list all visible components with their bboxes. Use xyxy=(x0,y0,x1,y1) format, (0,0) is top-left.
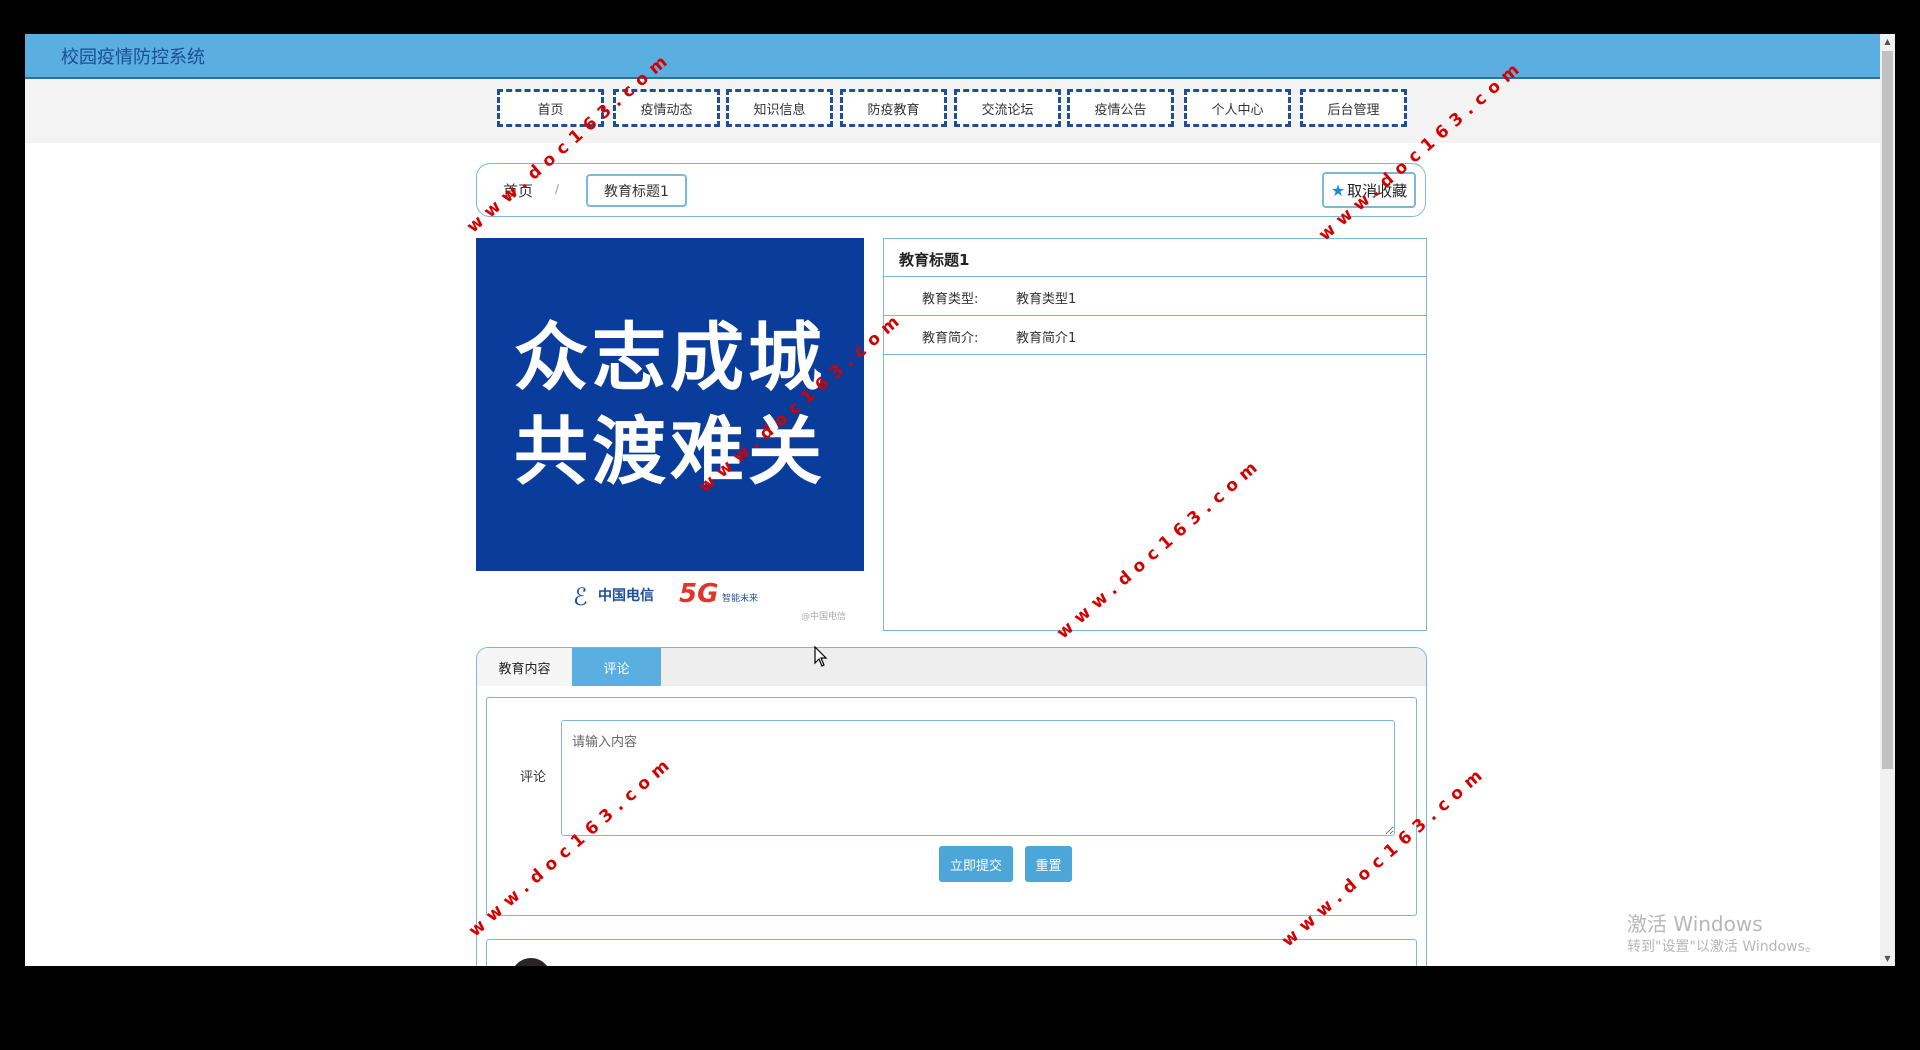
avatar xyxy=(511,958,551,966)
fiveg-slogan: 智能未来 xyxy=(722,594,759,604)
star-icon: ★ xyxy=(1330,180,1346,200)
windows-activation-subtitle: 转到"设置"以激活 Windows。 xyxy=(1627,939,1819,955)
mouse-cursor-icon xyxy=(814,646,828,667)
nav-item-prevention-education[interactable]: 防疫教育 xyxy=(840,89,947,127)
poster-headline-1: 众志成城 xyxy=(514,314,826,401)
education-poster-image: 众志成城 共渡难关 ℰ 中国电信 5G 智能未来 @中国电信 xyxy=(476,238,864,630)
breadcrumb-separator: / xyxy=(555,182,560,196)
comment-input[interactable] xyxy=(561,720,1395,836)
nav-item-profile[interactable]: 个人中心 xyxy=(1184,89,1291,127)
browser-viewport: 校园疫情防控系统 首页 疫情动态 知识信息 防疫教育 交流论坛 疫情公告 个人中… xyxy=(25,34,1895,966)
nav-item-announcements[interactable]: 疫情公告 xyxy=(1067,89,1174,127)
info-row-summary: 教育简介: 教育简介1 xyxy=(884,316,1426,355)
telecom-logo-text: 中国电信 xyxy=(598,588,654,604)
education-title: 教育标题1 xyxy=(884,239,1426,277)
telecom-logo-icon: ℰ xyxy=(573,583,588,611)
info-row-type: 教育类型: 教育类型1 xyxy=(884,277,1426,316)
breadcrumb-current: 教育标题1 xyxy=(586,174,687,207)
poster-watermark: @中国电信 xyxy=(801,612,847,622)
top-header: 校园疫情防控系统 xyxy=(25,34,1880,79)
comment-card xyxy=(486,939,1417,966)
nav-item-forum[interactable]: 交流论坛 xyxy=(954,89,1061,127)
nav-item-admin[interactable]: 后台管理 xyxy=(1300,89,1407,127)
submit-button[interactable]: 立即提交 xyxy=(939,846,1013,882)
windows-activation-title: 激活 Windows xyxy=(1627,912,1763,936)
reset-button[interactable]: 重置 xyxy=(1025,846,1072,882)
comment-label: 评论 xyxy=(520,770,547,785)
main-nav: 首页 疫情动态 知识信息 防疫教育 交流论坛 疫情公告 个人中心 后台管理 xyxy=(25,79,1880,143)
info-label: 教育简介: xyxy=(922,331,979,346)
scroll-down-icon[interactable]: ▼ xyxy=(1880,951,1895,966)
nav-item-knowledge[interactable]: 知识信息 xyxy=(726,89,833,127)
poster-footer: ℰ 中国电信 5G 智能未来 @中国电信 xyxy=(476,571,864,630)
scroll-thumb[interactable] xyxy=(1882,51,1893,769)
info-label: 教育类型: xyxy=(922,292,979,307)
tab-comment[interactable]: 评论 xyxy=(572,648,661,686)
scrollbar[interactable]: ▲ ▼ xyxy=(1880,34,1895,966)
tab-bar: 教育内容 评论 xyxy=(477,648,1426,686)
scroll-up-icon[interactable]: ▲ xyxy=(1880,34,1895,49)
tab-education-content[interactable]: 教育内容 xyxy=(477,648,572,686)
info-value: 教育类型1 xyxy=(1016,292,1077,307)
education-info-panel: 教育标题1 教育类型: 教育类型1 教育简介: 教育简介1 xyxy=(883,238,1427,631)
app-title: 校园疫情防控系统 xyxy=(61,47,205,68)
fiveg-logo: 5G xyxy=(679,579,719,609)
breadcrumb: 首页 / 教育标题1 ★ 取消收藏 xyxy=(476,163,1426,217)
info-value: 教育简介1 xyxy=(1016,331,1077,346)
